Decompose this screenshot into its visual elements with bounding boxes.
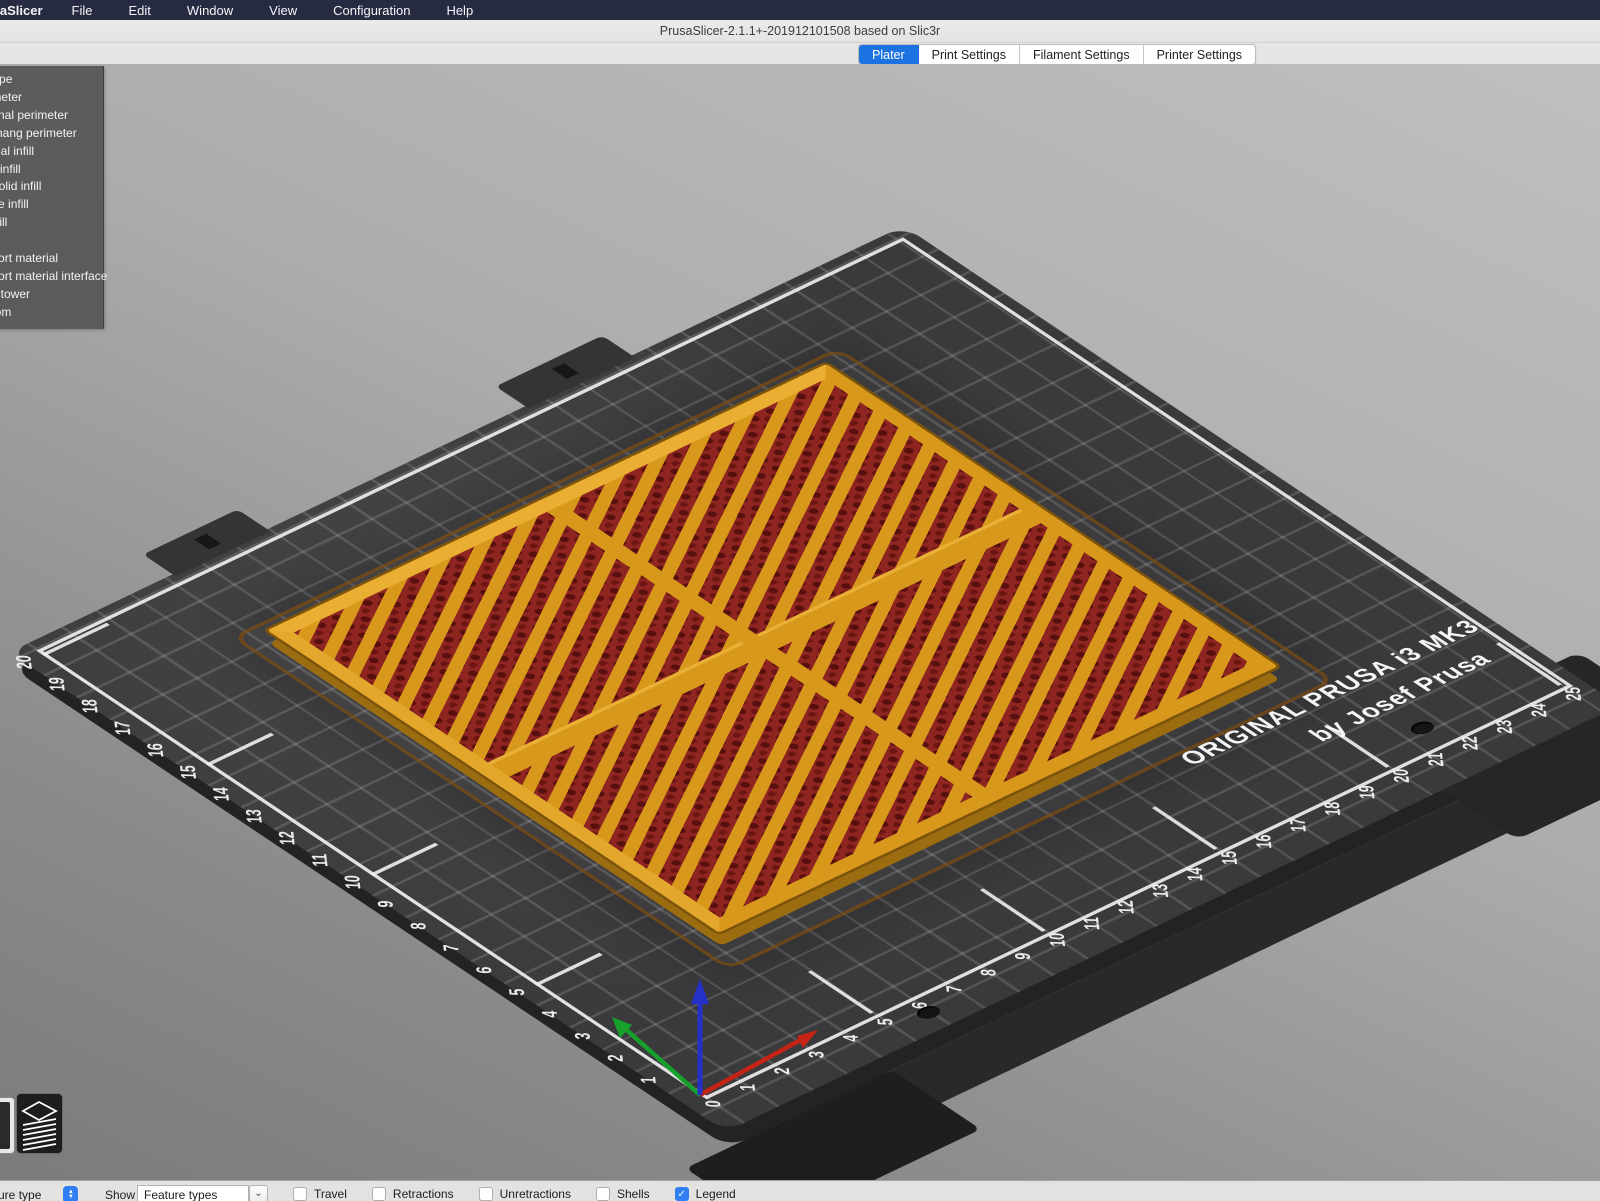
legend-item-custom: Custom: [0, 304, 103, 322]
tab-printer-settings[interactable]: Printer Settings: [1144, 45, 1255, 64]
legend-panel: Feature type PerimeterExternal perimeter…: [0, 66, 104, 329]
layer-stack-icon: [17, 1094, 62, 1153]
legend-item-wipe-tower: Wipe tower: [0, 286, 103, 304]
checkbox-shells[interactable]: Shells: [596, 1187, 650, 1201]
menu-configuration[interactable]: Configuration: [324, 3, 419, 18]
menu-help[interactable]: Help: [437, 3, 482, 18]
view-type-popup[interactable]: Feature type ▲▼: [0, 1186, 78, 1201]
legend-item-solid-infill: Solid infill: [0, 161, 103, 179]
menu-edit[interactable]: Edit: [120, 3, 160, 18]
3d-viewport[interactable]: 0123456789101112131415161718192021222324…: [0, 64, 1600, 1180]
preview-toolbar: Feature type ▲▼ Show Feature types ⌄ Tra…: [0, 1180, 1600, 1201]
legend-item-skirt: Skirt: [0, 232, 103, 250]
menu-app-name[interactable]: PrusaSlicer: [0, 3, 43, 18]
unchecked-checkbox-icon[interactable]: [372, 1187, 386, 1201]
checkbox-label: Shells: [617, 1187, 650, 1201]
legend-item-perimeter: Perimeter: [0, 89, 103, 107]
unchecked-checkbox-icon[interactable]: [596, 1187, 610, 1201]
tab-filament-settings[interactable]: Filament Settings: [1020, 45, 1144, 64]
up-down-chevrons-icon: ▲▼: [63, 1186, 78, 1201]
checkbox-travel[interactable]: Travel: [293, 1187, 347, 1201]
legend-item-support-material: Support material: [0, 250, 103, 268]
show-label: Show: [105, 1188, 135, 1201]
checkbox-label: Travel: [314, 1187, 347, 1201]
legend-item-overhang-perimeter: Overhang perimeter: [0, 125, 103, 143]
checkbox-label: Retractions: [393, 1187, 454, 1201]
menu-items: File Edit Window View Configuration Help: [63, 3, 501, 18]
menu-file[interactable]: File: [63, 3, 102, 18]
prusaslicer-window: PrusaSlicer File Edit Window View Configurat…: [0, 0, 1600, 1200]
legend-item-external-perimeter: External perimeter: [0, 107, 103, 125]
legend-item-internal-infill: Internal infill: [0, 143, 103, 161]
checked-checkbox-icon[interactable]: ✓: [675, 1187, 689, 1201]
checkbox-unretractions[interactable]: Unretractions: [479, 1187, 571, 1201]
settings-tabstrip: PlaterPrint SettingsFilament SettingsPri…: [0, 43, 1600, 65]
model-center-seam: [544, 502, 992, 799]
show-checkboxes: Travel Retractions Unretractions Shells ✓ Leg…: [293, 1187, 736, 1201]
tab-plater[interactable]: Plater: [859, 45, 919, 64]
checkbox-label: Unretractions: [500, 1187, 571, 1201]
window-titlebar: PrusaSlicer-2.1.1+-201912101508 based on…: [0, 20, 1600, 43]
view-type-value: Feature type: [0, 1188, 41, 1201]
legend-item-bridge-infill: Bridge infill: [0, 196, 103, 214]
menu-view[interactable]: View: [260, 3, 306, 18]
legend-items: PerimeterExternal perimeterOverhang peri…: [0, 89, 103, 322]
legend-header: Feature type: [0, 71, 103, 89]
model-plane: [5, 216, 1600, 1122]
unchecked-checkbox-icon[interactable]: [479, 1187, 493, 1201]
legend-item-gap-fill: Gap fill: [0, 214, 103, 232]
legend-item-top-solid-infill: Top solid infill: [0, 178, 103, 196]
feature-types-combo[interactable]: Feature types: [137, 1185, 249, 1201]
checkbox-retractions[interactable]: Retractions: [372, 1187, 454, 1201]
unchecked-checkbox-icon[interactable]: [293, 1187, 307, 1201]
chevron-down-icon[interactable]: ⌄: [249, 1185, 268, 1201]
partial-view-icon[interactable]: [0, 1097, 15, 1154]
window-title: PrusaSlicer-2.1.1+-201912101508 based on…: [660, 24, 940, 38]
tab-print-settings[interactable]: Print Settings: [919, 45, 1020, 64]
sliced-model[interactable]: [267, 364, 1278, 933]
layers-view-button[interactable]: [16, 1093, 63, 1154]
checkbox-label: Legend: [696, 1187, 736, 1201]
legend-item-support-material-interface: Support material interface: [0, 268, 103, 286]
menu-window[interactable]: Window: [178, 3, 242, 18]
feature-types-combo-value: Feature types: [144, 1188, 217, 1201]
menubar: PrusaSlicer File Edit Window View Configurat…: [0, 0, 1600, 20]
settings-tabs: PlaterPrint SettingsFilament SettingsPri…: [858, 44, 1256, 65]
checkbox-legend[interactable]: ✓ Legend: [675, 1187, 736, 1201]
